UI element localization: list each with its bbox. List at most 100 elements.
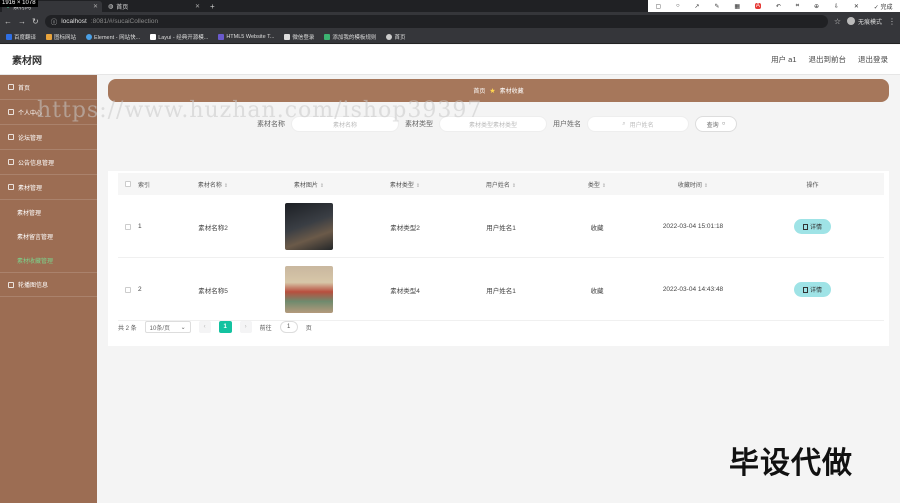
close-tab-icon[interactable]: ✕ (93, 3, 98, 10)
bookmark-icon (386, 33, 393, 40)
material-image[interactable] (285, 203, 333, 250)
sidebar-item-label: 个人中心 (18, 110, 43, 117)
material-image[interactable] (285, 266, 333, 313)
undo-icon[interactable]: ↶ (776, 3, 781, 10)
bookmark-item[interactable]: 首页 (386, 33, 405, 41)
bookmark-label: 添加我的模板规则 (332, 34, 377, 41)
next-page-button[interactable]: › (239, 321, 252, 333)
bookmark-star-icon[interactable]: ☆ (834, 17, 841, 26)
goto-page-input[interactable]: 1 (279, 321, 298, 333)
url-field[interactable]: ⓘ localhost:8081/#/sucaiCollection (44, 14, 828, 28)
sidebar-subitem-collection[interactable]: 素材收藏管理 (0, 248, 97, 272)
row-user: 用户姓名1 (486, 224, 516, 232)
row-time: 2022-03-04 14:43:48 (662, 286, 724, 293)
sidebar-item-home[interactable]: 首页 (0, 75, 97, 100)
header-kind[interactable]: 类型 ⇕ (549, 180, 645, 189)
breadcrumb-home[interactable]: 首页 (473, 86, 485, 95)
reload-icon[interactable]: ↻ (32, 17, 39, 26)
sidebar-subitem-material[interactable]: 素材管理 (0, 200, 97, 224)
select-all-checkbox[interactable] (125, 181, 131, 187)
mosaic-tool-icon[interactable]: ▦ (734, 3, 740, 10)
bookmark-label: 百度翻译 (14, 34, 37, 41)
sidebar-subitem-label: 素材管理 (17, 210, 42, 217)
page-number-current[interactable]: 1 (218, 321, 232, 333)
sidebar-item-forum[interactable]: 论坛管理 (0, 125, 97, 150)
sidebar-item-material[interactable]: 素材管理 (0, 175, 97, 200)
bookmark-item[interactable]: 添加我的模板规则 (324, 33, 376, 41)
ellipse-tool-icon[interactable]: ○ (676, 3, 680, 9)
exit-to-front-link[interactable]: 退出到前台 (809, 54, 847, 65)
bookmark-item[interactable]: 百度翻译 (6, 33, 36, 41)
sort-icon[interactable]: ⇕ (416, 183, 420, 189)
user-name-link[interactable]: 用户 a1 (771, 54, 796, 65)
name-filter-input[interactable]: 素材名称 (291, 116, 399, 132)
sidebar: 首页 个人中心 论坛管理 公告信息管理 素材管理 素材管理 素材留言管理 素材收… (0, 75, 97, 503)
header-type[interactable]: 素材类型 ⇕ (357, 180, 453, 189)
row-select-cell (118, 223, 138, 230)
browser-tab-inactive[interactable]: ◍ 首页 ✕ (104, 1, 204, 12)
row-checkbox[interactable] (125, 286, 131, 293)
sidebar-subitem-label: 素材留言管理 (17, 234, 54, 241)
sort-icon[interactable]: ⇕ (512, 183, 516, 189)
crop-icon[interactable]: ⌗ (796, 3, 799, 10)
search-button[interactable]: 查询 ○ (695, 116, 737, 132)
text-tool-icon[interactable]: A (754, 3, 761, 9)
row-image-cell (261, 266, 357, 313)
arrow-tool-icon[interactable]: ↗ (695, 3, 700, 10)
url-path: :8081/#/sucaiCollection (90, 17, 159, 25)
row-checkbox[interactable] (125, 223, 131, 230)
header-image[interactable]: 素材图片 ⇕ (261, 180, 357, 189)
close-tab-icon[interactable]: ✕ (195, 3, 200, 10)
forward-icon[interactable]: → (18, 17, 26, 26)
sidebar-item-profile[interactable]: 个人中心 (0, 100, 97, 125)
rect-tool-icon[interactable]: ▢ (655, 3, 661, 10)
header-index: 索引 (138, 182, 151, 189)
sidebar-subitem-label: 素材收藏管理 (17, 258, 54, 265)
row-image-cell (261, 203, 357, 250)
done-button[interactable]: ✓ 完成 (874, 2, 893, 11)
back-icon[interactable]: ← (4, 17, 12, 26)
type-filter-input[interactable]: 素材类型素材类型 (439, 116, 547, 132)
header-time[interactable]: 收藏时间 ⇕ (645, 180, 741, 189)
detail-button[interactable]: 详情 (794, 282, 831, 297)
profile-button[interactable]: 无痕模式 (846, 17, 882, 26)
sort-icon[interactable]: ⇕ (602, 183, 606, 189)
sidebar-subitem-comments[interactable]: 素材留言管理 (0, 224, 97, 248)
bookmark-item[interactable]: 图标网站 (46, 33, 76, 41)
detail-label: 详情 (809, 225, 822, 231)
page-unit-label: 页 (305, 325, 312, 332)
bookmark-item[interactable]: Element - 网站快... (86, 33, 140, 41)
bookmark-icon (46, 33, 53, 40)
page-size-select[interactable]: 10条/页 ⌄ (144, 321, 191, 333)
bookmarks-bar: 百度翻译 图标网站 Element - 网站快... Layui - 经典开源模… (0, 30, 900, 44)
user-filter-input[interactable]: ⌕ 用户姓名 (587, 116, 689, 132)
header-name[interactable]: 素材名称 ⇕ (165, 180, 261, 189)
user-filter-placeholder: 用户姓名 (629, 122, 654, 129)
bookmark-item[interactable]: HTML5 Website T... (218, 33, 274, 40)
sidebar-item-notice[interactable]: 公告信息管理 (0, 150, 97, 175)
sort-icon[interactable]: ⇕ (320, 183, 324, 189)
new-tab-button[interactable]: + (210, 1, 215, 12)
sidebar-item-label: 论坛管理 (18, 135, 43, 142)
logout-link[interactable]: 退出登录 (858, 54, 888, 65)
prev-page-button[interactable]: ‹ (198, 321, 211, 333)
user-filter-label: 用户姓名 (553, 121, 581, 128)
header-links: 用户 a1 退出到前台 退出登录 (771, 54, 888, 65)
pin-icon[interactable]: ⊕ (814, 3, 819, 10)
total-count: 共 2 条 (118, 325, 137, 332)
goto-label: 前往 (259, 325, 272, 332)
detail-button[interactable]: 详情 (794, 219, 831, 234)
header-user[interactable]: 用户姓名 ⇕ (453, 180, 549, 189)
menu-icon[interactable]: ⋮ (888, 17, 896, 26)
download-icon[interactable]: ⇩ (834, 3, 839, 10)
bookmark-item[interactable]: Layui - 经典开源模... (150, 33, 208, 41)
close-icon[interactable]: ✕ (854, 3, 859, 10)
bookmark-item[interactable]: 微信登录 (284, 33, 314, 41)
name-filter-placeholder: 素材名称 (332, 122, 357, 129)
url-host: localhost (61, 17, 87, 25)
sort-icon[interactable]: ⇕ (704, 183, 708, 189)
pagination: 共 2 条 10条/页 ⌄ ‹ 1 › 前往 1 页 (118, 321, 312, 333)
pen-tool-icon[interactable]: ✎ (714, 3, 719, 10)
sidebar-item-carousel[interactable]: 轮播图信息 (0, 272, 97, 297)
sort-icon[interactable]: ⇕ (224, 183, 228, 189)
